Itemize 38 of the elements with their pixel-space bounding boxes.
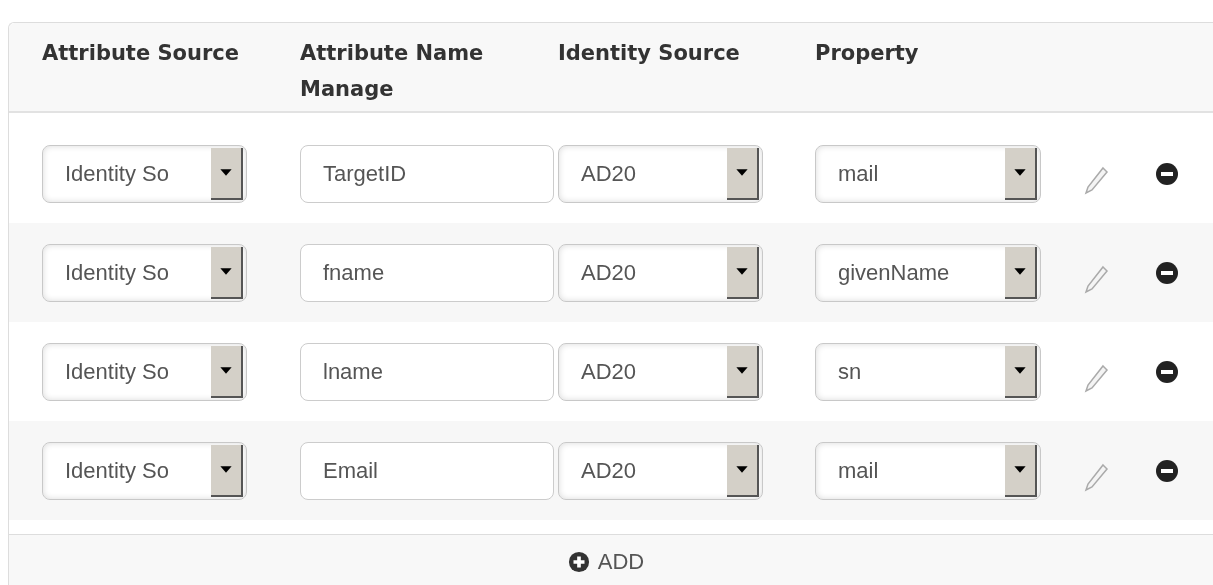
- column-header: Attribute Name Manage: [300, 40, 485, 103]
- dropdown[interactable]: AD20: [558, 441, 763, 500]
- dropdown[interactable]: AD20: [558, 144, 763, 203]
- dropdown[interactable]: Identity So: [42, 441, 247, 500]
- caret-icon: [727, 147, 759, 200]
- dropdown[interactable]: AD20: [558, 243, 763, 302]
- input-field[interactable]: TargetID: [300, 144, 554, 203]
- caret-icon: [211, 444, 243, 497]
- input-field[interactable]: lname: [300, 342, 554, 401]
- input-field[interactable]: Email: [300, 441, 554, 500]
- caret-icon: [211, 147, 243, 200]
- plus-icon: [567, 551, 590, 573]
- column-header: Property: [815, 40, 920, 67]
- caret-icon: [727, 444, 759, 497]
- dropdown[interactable]: mail: [815, 144, 1041, 203]
- remove-icon[interactable]: [1155, 260, 1179, 285]
- caret-icon: [727, 345, 759, 398]
- dropdown[interactable]: mail: [815, 441, 1041, 500]
- caret-icon: [1005, 345, 1037, 398]
- remove-icon[interactable]: [1155, 161, 1179, 186]
- dropdown[interactable]: Identity So: [42, 144, 247, 203]
- column-header: Attribute Source: [42, 40, 240, 67]
- dropdown[interactable]: Identity So: [42, 243, 247, 302]
- dropdown[interactable]: givenName: [815, 243, 1041, 302]
- remove-icon[interactable]: [1155, 359, 1179, 384]
- caret-icon: [211, 246, 243, 299]
- dropdown[interactable]: AD20: [558, 342, 763, 401]
- caret-icon: [1005, 444, 1037, 497]
- dropdown[interactable]: sn: [815, 342, 1041, 401]
- caret-icon: [211, 345, 243, 398]
- add-button[interactable]: ADD: [567, 549, 645, 575]
- caret-icon: [1005, 147, 1037, 200]
- input-field[interactable]: fname: [300, 243, 554, 302]
- remove-icon[interactable]: [1155, 458, 1179, 483]
- caret-icon: [727, 246, 759, 299]
- caret-icon: [1005, 246, 1037, 299]
- dropdown[interactable]: Identity So: [42, 342, 247, 401]
- column-header: Identity Source: [558, 40, 741, 67]
